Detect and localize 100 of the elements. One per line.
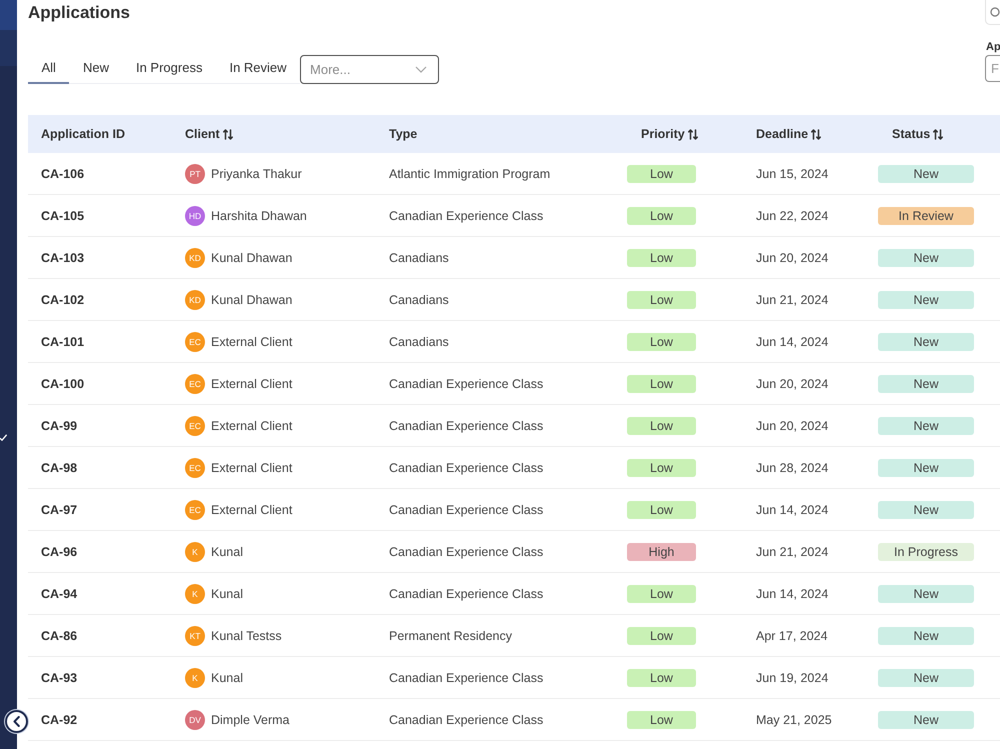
application-type: Canadian Experience Class (389, 376, 544, 390)
priority-tag: Low (627, 626, 696, 644)
client-name: External Client (211, 376, 292, 390)
application-id: CA-93 (41, 670, 78, 684)
deadline-date: Jun 20, 2024 (756, 418, 828, 432)
application-id: CA-101 (41, 334, 84, 348)
application-type: Canadian Experience Class (389, 544, 544, 558)
application-id: CA-106 (41, 166, 84, 180)
application-type: Canadian Experience Class (389, 670, 544, 684)
check-icon (0, 434, 7, 441)
status-tag: New (878, 290, 974, 308)
client-avatar: EC (185, 500, 205, 520)
column-header[interactable]: Client (185, 127, 233, 141)
column-header[interactable]: Priority (641, 127, 698, 141)
priority-tag: Low (627, 332, 696, 350)
page-title: Applications (28, 2, 130, 24)
priority-tag: High (627, 542, 696, 560)
deadline-date: Jun 21, 2024 (756, 544, 828, 558)
application-id: CA-100 (41, 376, 84, 390)
status-tag: New (878, 332, 974, 350)
deadline-date: Apr 17, 2024 (756, 628, 828, 642)
sort-icon (688, 128, 698, 140)
deadline-date: Jun 22, 2024 (756, 208, 828, 222)
priority-tag: Low (627, 416, 696, 434)
application-type: Canadians (389, 292, 449, 306)
status-tag: New (878, 248, 974, 266)
status-tag: New (878, 374, 974, 392)
client-name: External Client (211, 502, 292, 516)
client-avatar: EC (185, 416, 205, 436)
client-avatar: K (185, 668, 205, 688)
field-label: Ap (986, 40, 1000, 54)
client-name: Harshita Dhawan (211, 208, 307, 222)
input-field[interactable]: F (985, 55, 1000, 82)
deadline-date: Jun 14, 2024 (756, 334, 828, 348)
client-avatar: HD (185, 206, 205, 226)
filter-tab[interactable]: In Review (216, 54, 300, 84)
application-type: Atlantic Immigration Program (389, 166, 550, 180)
application-id: CA-98 (41, 460, 78, 474)
application-type: Canadian Experience Class (389, 460, 544, 474)
status-tag: New (878, 584, 974, 602)
client-avatar: KD (185, 248, 205, 268)
client-avatar: K (185, 542, 205, 562)
application-id: CA-99 (41, 418, 78, 432)
application-type: Canadian Experience Class (389, 712, 544, 726)
status-tag: New (878, 626, 974, 644)
column-header: Type (389, 127, 418, 141)
column-header[interactable]: Deadline (756, 127, 822, 141)
filter-tab[interactable]: In Progress (122, 54, 216, 84)
priority-tag: Low (627, 668, 696, 686)
search-field[interactable] (985, 0, 1000, 25)
application-id: CA-94 (41, 586, 78, 600)
status-tag: In Review (878, 206, 974, 224)
status-tag: New (878, 416, 974, 434)
application-id: CA-96 (41, 544, 78, 558)
status-tag: New (878, 668, 974, 686)
column-header[interactable]: Status (892, 127, 944, 141)
client-name: Kunal (211, 586, 243, 600)
status-tag: In Progress (878, 542, 974, 560)
client-name: Kunal Testss (211, 628, 282, 642)
application-type: Canadians (389, 250, 449, 264)
client-avatar: DV (185, 710, 205, 730)
deadline-date: Jun 19, 2024 (756, 670, 828, 684)
application-id: CA-103 (41, 250, 84, 264)
application-type: Canadian Experience Class (389, 208, 544, 222)
application-id: CA-102 (41, 292, 84, 306)
priority-tag: Low (627, 290, 696, 308)
sort-icon (222, 128, 233, 140)
client-avatar: KT (185, 626, 205, 646)
collapse-button[interactable] (5, 710, 28, 733)
deadline-date: Jun 21, 2024 (756, 292, 828, 306)
application-type: Canadian Experience Class (389, 586, 544, 600)
priority-tag: Low (627, 500, 696, 518)
application-type: Canadians (389, 334, 449, 348)
application-id: CA-86 (41, 628, 78, 642)
chevron-left-icon (13, 716, 20, 727)
client-name: Kunal (211, 544, 243, 558)
priority-tag: Low (627, 458, 696, 476)
deadline-date: Jun 20, 2024 (756, 250, 828, 264)
client-name: External Client (211, 460, 292, 474)
client-avatar: EC (185, 374, 205, 394)
priority-tag: Low (627, 374, 696, 392)
client-avatar: PT (185, 164, 205, 184)
status-tag: New (878, 164, 974, 182)
status-tag: New (878, 458, 974, 476)
application-type: Canadian Experience Class (389, 418, 544, 432)
client-avatar: K (185, 584, 205, 604)
client-name: Kunal Dhawan (211, 250, 292, 264)
sort-icon (933, 128, 944, 140)
deadline-date: Jun 28, 2024 (756, 460, 828, 474)
client-avatar: EC (185, 458, 205, 478)
priority-tag: Low (627, 710, 696, 728)
application-id: CA-97 (41, 502, 78, 516)
caret-icon (415, 66, 428, 73)
deadline-date: Jun 14, 2024 (756, 586, 828, 600)
column-header: Application ID (41, 127, 126, 141)
application-type: Permanent Residency (389, 628, 512, 642)
client-name: External Client (211, 334, 292, 348)
filter-tab[interactable]: All (28, 54, 70, 84)
application-id: CA-105 (41, 208, 84, 222)
filter-tab[interactable]: New (69, 54, 122, 84)
